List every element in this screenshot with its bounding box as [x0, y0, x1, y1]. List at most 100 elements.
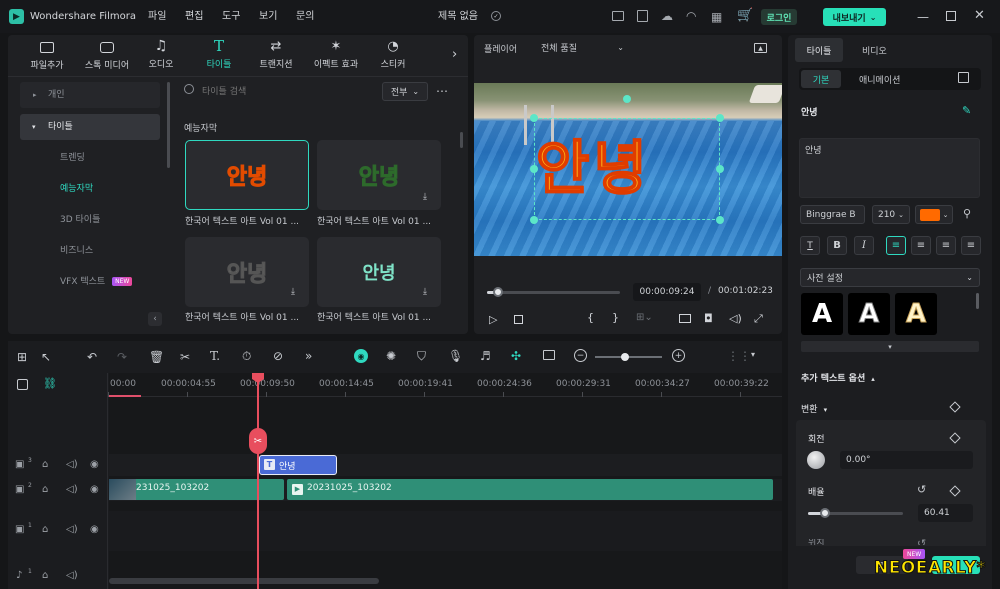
category-personal[interactable]: ▸ 개인	[20, 82, 160, 108]
mute-icon[interactable]: ◁)	[66, 459, 78, 470]
title-card-3[interactable]: 안녕 ⤓	[185, 237, 309, 307]
microphone-icon[interactable]: 🎙	[448, 349, 463, 363]
timer-icon[interactable]: ⏱	[242, 349, 251, 364]
preset-dropdown[interactable]: 사전 설정 ⌄	[800, 268, 980, 287]
ai-copilot-icon[interactable]: ◉	[354, 349, 368, 363]
italic-button[interactable]: I	[854, 236, 874, 255]
login-button[interactable]: 로그인	[761, 9, 797, 25]
select-arrow-icon[interactable]: ↖	[41, 350, 51, 364]
download-icon[interactable]: ⤓	[423, 287, 427, 297]
reset-icon[interactable]: ↺	[917, 483, 926, 496]
tab-import[interactable]: 파일추가	[16, 39, 78, 75]
grid-apps-icon[interactable]: ▦	[711, 10, 722, 24]
text-color-picker[interactable]: ⌄	[915, 205, 953, 224]
redo-icon[interactable]: ↷	[117, 350, 127, 364]
bbox-handle-tl[interactable]	[530, 114, 538, 122]
close-icon[interactable]: ✕	[974, 8, 985, 23]
justify-button[interactable]: ≡	[961, 236, 981, 255]
bbox-handle-right[interactable]	[716, 165, 724, 173]
align-left-button[interactable]: ≡	[886, 236, 906, 255]
chevron-down-icon[interactable]: ▾	[751, 350, 755, 359]
tab-stock-media[interactable]: 스톡 미디어	[76, 39, 138, 75]
stop-icon[interactable]	[514, 315, 523, 324]
mute-icon[interactable]: ◁)	[66, 570, 78, 581]
search-input[interactable]	[202, 82, 372, 102]
tab-inspector-titles[interactable]: 타이틀	[795, 38, 843, 62]
font-dropdown[interactable]: Binggrae B	[800, 205, 865, 224]
rotate-value-field[interactable]: 0.00°	[840, 451, 973, 469]
eye-icon[interactable]: ◉	[90, 524, 99, 535]
playhead-line[interactable]	[257, 374, 259, 589]
mark-in-icon[interactable]: {	[587, 311, 594, 324]
title-card-4[interactable]: 안녕 ⤓	[317, 237, 441, 307]
lock-icon[interactable]: ⌂	[42, 459, 48, 470]
zoom-in-icon[interactable]: +	[672, 349, 685, 362]
save-icon[interactable]	[637, 10, 648, 22]
play-icon[interactable]: ▷	[489, 313, 497, 326]
insert-icon[interactable]: ⊞⌄	[636, 312, 653, 323]
tab-audio[interactable]: ♫ 오디오	[134, 39, 188, 75]
video-preview[interactable]: 안녕	[474, 83, 782, 256]
sidebar-scrollbar[interactable]	[167, 82, 170, 168]
preset-expand-button[interactable]: ▾	[801, 341, 979, 352]
add-track-icon[interactable]	[17, 379, 28, 390]
tab-sticker[interactable]: ◔ 스티커	[368, 39, 418, 75]
eye-icon[interactable]: ◉	[90, 459, 99, 470]
maximize-icon[interactable]	[946, 11, 956, 21]
zoom-slider-knob[interactable]	[621, 353, 629, 361]
snapshot-image-icon[interactable]: ▲	[754, 43, 767, 53]
video-clip-2[interactable]: ▶ 20231025_103202	[287, 479, 773, 500]
menu-file[interactable]: 파일	[148, 0, 166, 33]
preset-a-3[interactable]: A	[895, 293, 937, 335]
text-spacing-button[interactable]: T	[800, 236, 820, 255]
bbox-handle-br[interactable]	[716, 216, 724, 224]
undo-icon[interactable]: ↶	[87, 350, 97, 364]
category-variety-captions[interactable]: 예능자막	[20, 176, 160, 202]
preset-scrollbar[interactable]	[976, 293, 979, 309]
cloud-upload-icon[interactable]: ☁	[661, 9, 673, 23]
audio-clip-icon[interactable]: ♬	[480, 349, 491, 363]
display-icon[interactable]	[679, 314, 691, 323]
align-right-button[interactable]: ≡	[936, 236, 956, 255]
bbox-handle-bl[interactable]	[530, 216, 538, 224]
menu-tools[interactable]: 도구	[222, 0, 240, 33]
menu-edit[interactable]: 편집	[185, 0, 203, 33]
progress-knob[interactable]	[492, 287, 503, 297]
category-vfx-text[interactable]: VFX 텍스트 NEW	[20, 269, 160, 295]
pen-ai-icon[interactable]: ✎	[962, 104, 971, 117]
monitor-icon[interactable]	[612, 11, 624, 21]
tabs-next-icon[interactable]: ›	[452, 47, 457, 62]
split-scissors-button[interactable]: ✂	[249, 428, 267, 454]
transform-heading[interactable]: 변환 ▾	[801, 402, 827, 415]
align-center-button[interactable]: ≡	[911, 236, 931, 255]
text-input-area[interactable]: 안녕	[799, 138, 980, 198]
h-scrollbar[interactable]	[109, 578, 379, 584]
bbox-handle-tr[interactable]	[716, 114, 724, 122]
fullscreen-icon[interactable]: ⤢	[754, 312, 763, 326]
subtab-animation[interactable]: 애니메이션	[859, 73, 900, 86]
overlay-title-text[interactable]: 안녕	[535, 123, 651, 213]
more-options-icon[interactable]: ⋯	[436, 84, 448, 98]
link-icon[interactable]: ⛓	[43, 377, 57, 390]
scissors-icon[interactable]: ✂	[180, 350, 190, 364]
menu-help[interactable]: 문의	[296, 0, 314, 33]
save-preset-icon[interactable]	[958, 72, 969, 83]
preset-a-2[interactable]: A	[848, 293, 890, 335]
cart-icon[interactable]: 🛒	[737, 8, 753, 23]
download-icon[interactable]: ⤓	[291, 287, 295, 297]
subtab-basic[interactable]: 기본	[801, 70, 841, 88]
text-tool-icon[interactable]: T.	[210, 349, 220, 363]
scale-slider[interactable]	[808, 508, 903, 518]
bbox-handle-left[interactable]	[530, 165, 538, 173]
lock-icon[interactable]: ⌂	[42, 484, 48, 495]
zoom-slider[interactable]	[595, 353, 662, 361]
rotate-handle[interactable]	[623, 95, 631, 103]
title-clip[interactable]: T 안녕	[259, 455, 337, 475]
export-button[interactable]: 내보내기 ⌄	[823, 8, 886, 26]
lock-icon[interactable]: ⌂	[42, 524, 48, 535]
quality-dropdown[interactable]: 전체 품질 ⌄	[535, 38, 630, 57]
color-match-icon[interactable]: ⊘	[273, 349, 283, 363]
title-card-2[interactable]: 안녕 ⤓	[317, 140, 441, 210]
tab-inspector-video[interactable]: 비디오	[862, 44, 887, 57]
reset-icon[interactable]: ↺	[917, 538, 926, 545]
